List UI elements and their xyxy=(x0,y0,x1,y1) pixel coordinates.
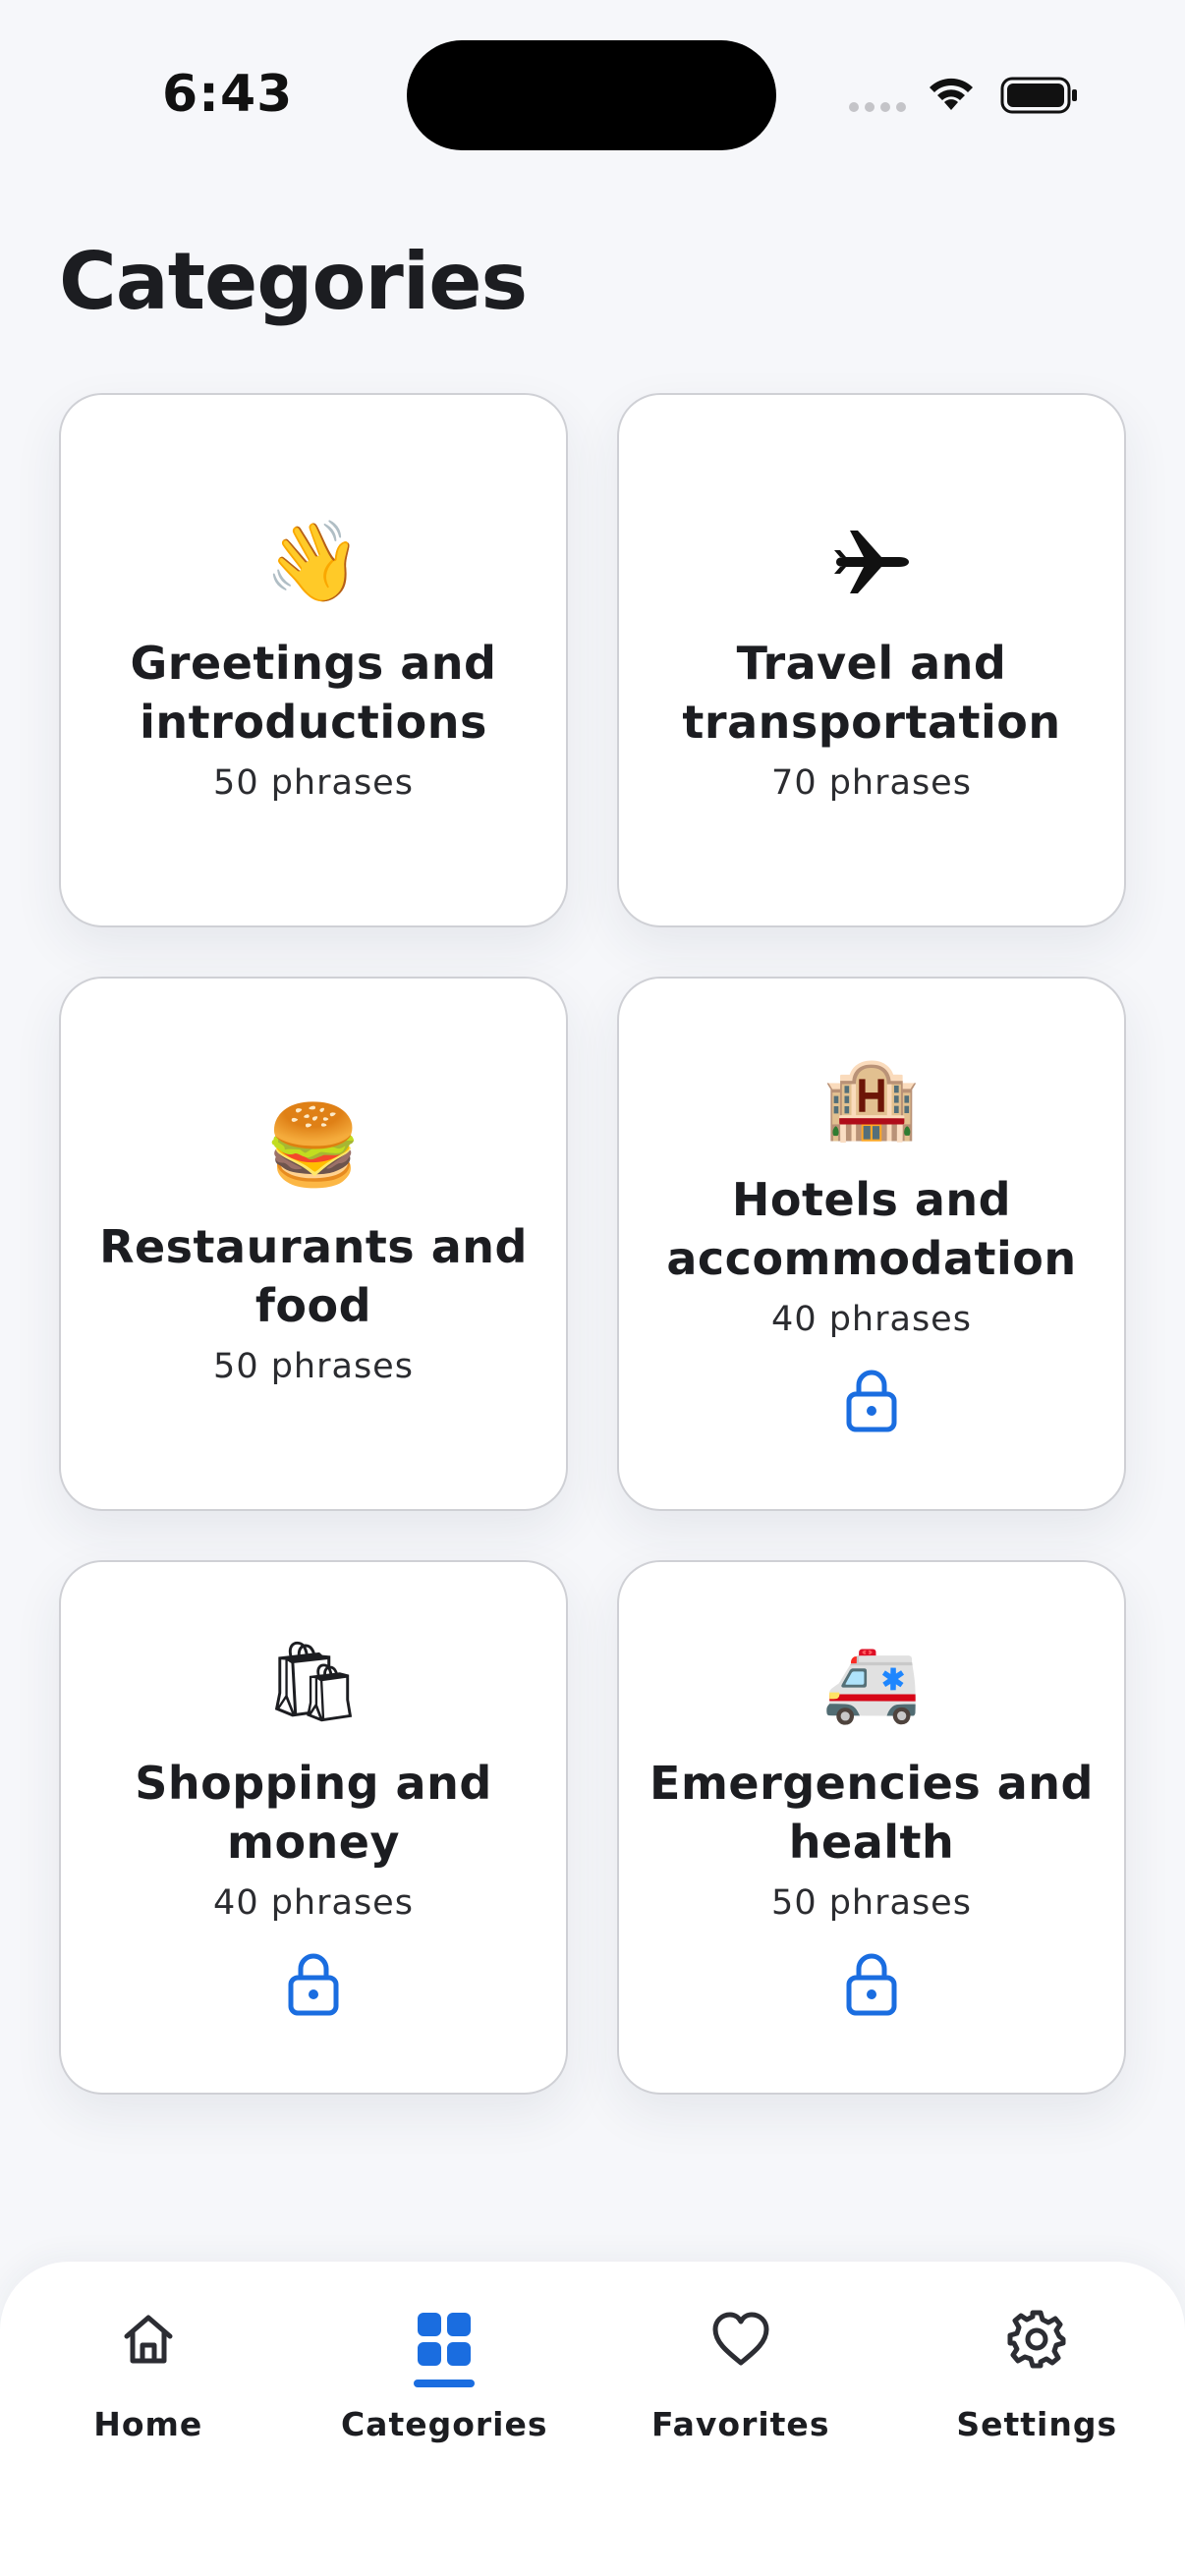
category-card-restaurants[interactable]: 🍔 Restaurants and food 50 phrases xyxy=(59,977,568,1511)
category-title: Restaurants and food xyxy=(99,1220,528,1332)
cellular-signal-icon xyxy=(849,102,906,112)
tab-categories[interactable]: Categories xyxy=(297,2262,593,2576)
phrase-count: 50 phrases xyxy=(771,1883,972,1923)
tab-label: Home xyxy=(93,2405,203,2443)
category-title: Travel and transportation xyxy=(682,637,1061,749)
category-title: Shopping and money xyxy=(135,1757,492,1869)
tab-indicator xyxy=(1006,2380,1067,2387)
lock-icon xyxy=(846,1370,897,1432)
phrase-count: 70 phrases xyxy=(771,763,972,803)
heart-icon xyxy=(708,2307,773,2372)
category-card-shopping[interactable]: 🛍 Shopping and money 40 phrases xyxy=(59,1560,568,2095)
tab-indicator xyxy=(710,2380,771,2387)
wifi-icon xyxy=(930,78,973,110)
tab-bar: Home Categories Favorites Settings xyxy=(0,2262,1185,2576)
page-title: Categories xyxy=(59,236,528,327)
tab-settings[interactable]: Settings xyxy=(889,2262,1185,2576)
airplane-icon xyxy=(830,518,913,606)
lock-icon xyxy=(846,1953,897,2016)
phrase-count: 40 phrases xyxy=(213,1883,414,1923)
hotel-icon: 🏨 xyxy=(822,1052,921,1144)
category-title: Emergencies and health xyxy=(649,1757,1094,1869)
tab-indicator xyxy=(118,2380,179,2387)
tab-label: Favorites xyxy=(651,2405,830,2443)
category-grid: 👋 Greetings and introductions 50 phrases… xyxy=(59,393,1126,2095)
dynamic-island xyxy=(407,40,776,150)
ambulance-icon: 🚑 xyxy=(822,1636,921,1727)
status-time: 6:43 xyxy=(162,65,294,124)
active-tab-indicator xyxy=(414,2380,476,2387)
status-bar: 6:43 xyxy=(0,0,1185,196)
category-card-hotels[interactable]: 🏨 Hotels and accommodation 40 phrases xyxy=(617,977,1126,1511)
waving-hand-icon: 👋 xyxy=(264,516,363,607)
tab-favorites[interactable]: Favorites xyxy=(592,2262,889,2576)
home-icon xyxy=(116,2307,181,2372)
category-title: Greetings and introductions xyxy=(130,637,497,749)
gear-icon xyxy=(1004,2307,1069,2372)
tab-label: Settings xyxy=(956,2405,1118,2443)
phrase-count: 50 phrases xyxy=(213,763,414,803)
tab-home[interactable]: Home xyxy=(0,2262,297,2576)
category-card-greetings[interactable]: 👋 Greetings and introductions 50 phrases xyxy=(59,393,568,927)
grid-icon xyxy=(412,2307,477,2372)
lock-icon xyxy=(288,1953,339,2016)
tab-label: Categories xyxy=(340,2405,548,2443)
burger-icon: 🍔 xyxy=(264,1099,363,1191)
phrase-count: 50 phrases xyxy=(213,1347,414,1386)
phrase-count: 40 phrases xyxy=(771,1300,972,1339)
shopping-bags-icon: 🛍 xyxy=(263,1636,364,1727)
category-title: Hotels and accommodation xyxy=(666,1173,1077,1285)
category-card-travel[interactable]: Travel and transportation 70 phrases xyxy=(617,393,1126,927)
battery-icon xyxy=(1000,77,1077,114)
category-card-emergencies[interactable]: 🚑 Emergencies and health 50 phrases xyxy=(617,1560,1126,2095)
